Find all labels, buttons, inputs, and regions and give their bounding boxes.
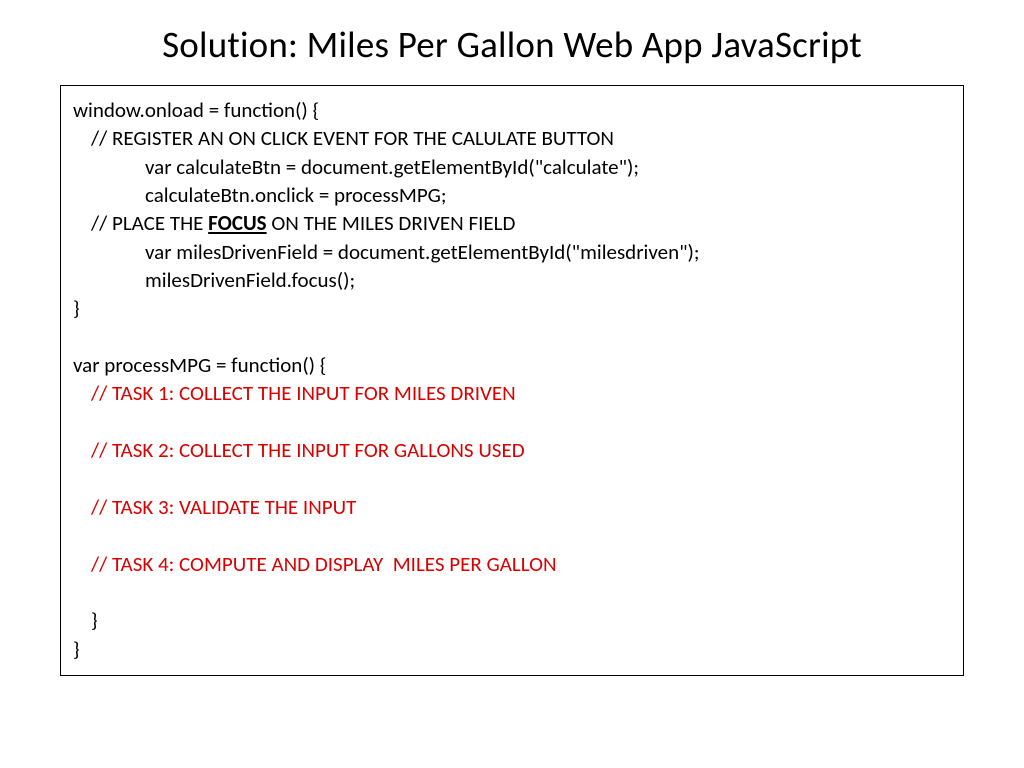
task-comment: // TASK 2: COLLECT THE INPUT FOR GALLONS…	[73, 436, 525, 464]
emphasis-focus: FOCUS	[208, 210, 266, 236]
code-line: var calculateBtn = document.getElementBy…	[73, 153, 639, 181]
code-line: }	[73, 295, 80, 321]
slide-title: Solution: Miles Per Gallon Web App JavaS…	[60, 22, 964, 67]
code-block: window.onload = function() { // REGISTER…	[60, 85, 964, 676]
task-comment: // TASK 4: COMPUTE AND DISPLAY MILES PER…	[73, 550, 557, 578]
code-line: milesDrivenField.focus();	[73, 266, 355, 294]
code-line: calculateBtn.onclick = processMPG;	[73, 181, 447, 209]
task-comment: // TASK 3: VALIDATE THE INPUT	[73, 493, 356, 521]
slide: Solution: Miles Per Gallon Web App JavaS…	[0, 0, 1024, 768]
code-line: }	[73, 606, 98, 634]
code-comment: // REGISTER AN ON CLICK EVENT FOR THE CA…	[73, 124, 614, 152]
task-comment: // TASK 1: COLLECT THE INPUT FOR MILES D…	[73, 379, 516, 407]
code-line: }	[73, 636, 80, 662]
code-line: var processMPG = function() {	[73, 352, 326, 378]
code-line: window.onload = function() {	[73, 97, 319, 123]
code-comment: // PLACE THE FOCUS ON THE MILES DRIVEN F…	[73, 209, 515, 237]
code-line: var milesDrivenField = document.getEleme…	[73, 238, 700, 266]
